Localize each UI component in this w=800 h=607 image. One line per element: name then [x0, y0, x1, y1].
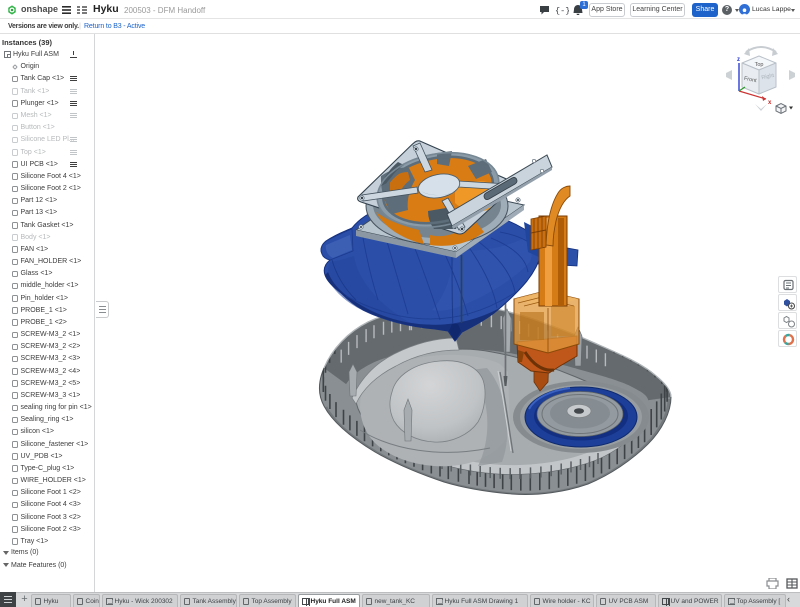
svg-text:x: x — [768, 100, 772, 106]
svg-text:{-}: {-} — [555, 6, 569, 15]
svg-text:Top: Top — [755, 62, 764, 68]
svg-text:z: z — [737, 57, 740, 63]
